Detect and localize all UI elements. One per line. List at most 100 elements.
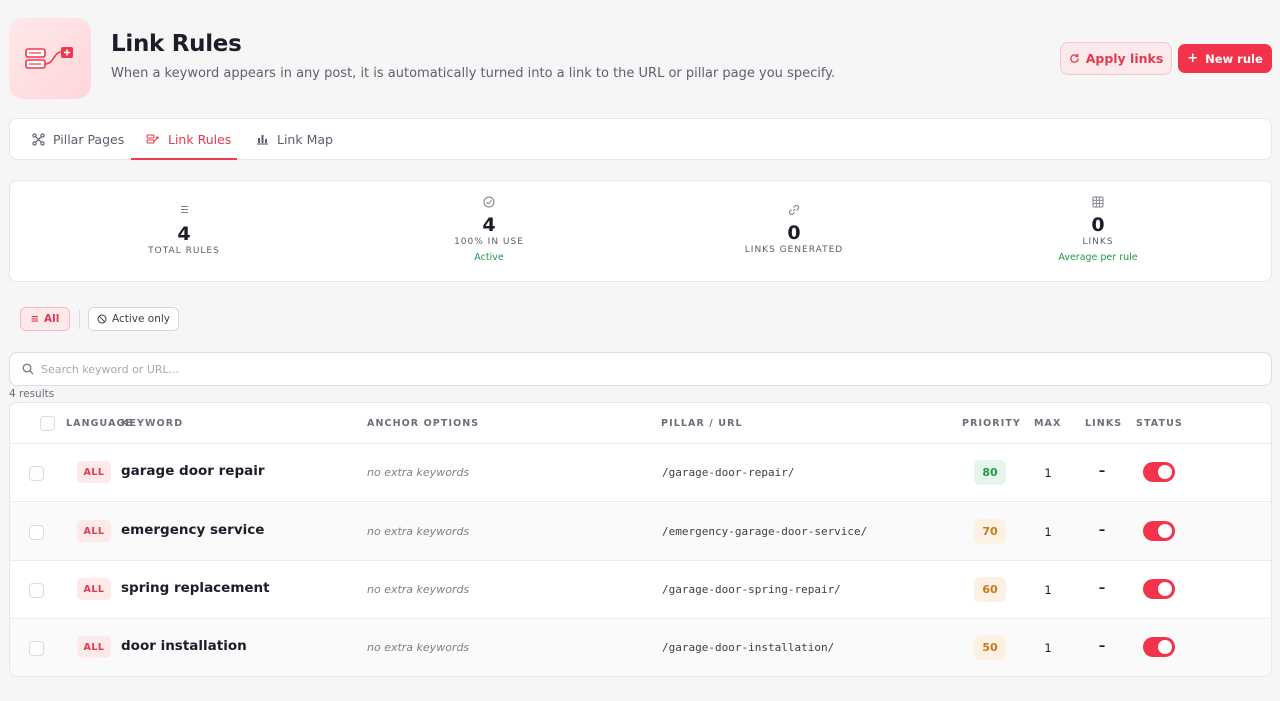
tab-label: Link Rules: [168, 131, 232, 147]
stat-links-generated: 0 LINKS GENERATED: [694, 204, 894, 255]
anchor-options: no extra keywords: [367, 583, 470, 596]
search-icon: [22, 363, 34, 375]
pillar-url: /emergency-garage-door-service/: [662, 525, 868, 538]
language-badge: ALL: [77, 520, 111, 542]
links-count: –: [1098, 581, 1106, 596]
stat-sub: Average per rule: [1058, 252, 1138, 263]
ban-icon: [97, 314, 107, 324]
language-badge: ALL: [77, 578, 111, 600]
priority-badge: 70: [974, 519, 1006, 544]
new-rule-label: New rule: [1205, 51, 1263, 66]
language-badge: ALL: [77, 636, 111, 658]
page-subtitle: When a keyword appears in any post, it i…: [111, 66, 836, 81]
status-toggle[interactable]: [1143, 521, 1175, 541]
priority-badge: 80: [974, 460, 1006, 485]
keyword: door installation: [121, 638, 247, 654]
link-icon: [694, 204, 894, 218]
column-links: LINKS: [1085, 418, 1123, 429]
status-toggle[interactable]: [1143, 637, 1175, 657]
column-keyword: KEYWORD: [121, 418, 184, 429]
pillar-url: /garage-door-spring-repair/: [662, 583, 841, 596]
tab-link-rules[interactable]: Link Rules: [131, 119, 237, 160]
apply-links-label: Apply links: [1085, 51, 1164, 66]
column-max: MAX: [1034, 418, 1062, 429]
row-checkbox[interactable]: [29, 525, 44, 540]
status-toggle[interactable]: [1143, 462, 1175, 482]
apply-links-button[interactable]: Apply links: [1060, 42, 1172, 75]
column-status: STATUS: [1136, 418, 1183, 429]
links-count: –: [1098, 523, 1106, 538]
tab-label: Pillar Pages: [53, 131, 125, 147]
max-links: 1: [1044, 641, 1052, 655]
table-row[interactable]: ALL spring replacement no extra keywords…: [10, 561, 1271, 619]
stat-total-rules: 4 TOTAL RULES: [84, 205, 284, 256]
list-icon: [84, 205, 284, 219]
filter-divider: [79, 310, 80, 329]
bar-chart-icon: [257, 135, 268, 145]
table-row[interactable]: ALL door installation no extra keywords …: [10, 619, 1271, 676]
check-circle-icon: [389, 196, 589, 210]
priority-badge: 50: [974, 635, 1006, 660]
pillar-url: /garage-door-repair/: [662, 466, 795, 479]
column-priority: PRIORITY: [962, 418, 1021, 429]
grid-icon: [998, 196, 1198, 210]
table-row[interactable]: ALL emergency service no extra keywords …: [10, 503, 1271, 561]
stat-value: 4: [177, 223, 191, 245]
tab-bar: Pillar Pages Link Rules Link Map: [9, 118, 1272, 160]
stat-label: LINKS GENERATED: [744, 245, 844, 255]
stat-label: TOTAL RULES: [148, 246, 220, 256]
anchor-options: no extra keywords: [367, 641, 470, 654]
nodes-icon: [32, 132, 45, 146]
results-count: 4 results: [9, 388, 55, 400]
status-toggle[interactable]: [1143, 579, 1175, 599]
stat-value: 0: [1091, 214, 1105, 236]
stats-panel: 4 TOTAL RULES 4 100% IN USE Active 0 LIN…: [9, 180, 1272, 282]
row-checkbox[interactable]: [29, 466, 44, 481]
pillar-url: /garage-door-installation/: [662, 641, 835, 654]
stat-label: 100% IN USE: [454, 237, 524, 247]
stat-links-average: 0 LINKS Average per rule: [998, 196, 1198, 263]
refresh-icon: [1069, 53, 1079, 63]
row-checkbox[interactable]: [29, 583, 44, 598]
anchor-options: no extra keywords: [367, 525, 470, 538]
search-box: [9, 352, 1272, 386]
stat-sub: Active: [474, 252, 504, 263]
filter-active-label: Active only: [111, 313, 171, 325]
new-rule-button[interactable]: + New rule: [1178, 44, 1272, 73]
link-rule-icon: [146, 134, 159, 144]
column-anchor-options: ANCHOR OPTIONS: [367, 418, 480, 429]
filter-all-label: All: [44, 313, 60, 325]
page-title: Link Rules: [111, 31, 242, 57]
page-icon: [9, 18, 91, 99]
links-count: –: [1098, 639, 1106, 654]
list-icon: ≡: [30, 313, 40, 325]
priority-badge: 60: [974, 577, 1006, 602]
stat-label: LINKS: [1082, 237, 1114, 247]
tab-link-map[interactable]: Link Map: [256, 119, 333, 159]
keyword: garage door repair: [121, 463, 265, 479]
table-row[interactable]: ALL garage door repair no extra keywords…: [10, 444, 1271, 502]
max-links: 1: [1044, 466, 1052, 480]
language-badge: ALL: [77, 461, 111, 483]
keyword: spring replacement: [121, 580, 270, 596]
stat-value: 0: [787, 222, 801, 244]
row-checkbox[interactable]: [29, 641, 44, 656]
stat-value: 4: [482, 214, 496, 236]
plus-icon: +: [1187, 51, 1199, 66]
rules-table: LANGUAGE KEYWORD ANCHOR OPTIONS PILLAR /…: [9, 402, 1272, 677]
max-links: 1: [1044, 525, 1052, 539]
tab-label: Link Map: [277, 131, 333, 147]
select-all-checkbox[interactable]: [40, 416, 55, 431]
filter-all-button[interactable]: ≡ All: [20, 307, 70, 331]
table-header: LANGUAGE KEYWORD ANCHOR OPTIONS PILLAR /…: [10, 403, 1271, 444]
link-rule-illustration-icon: [25, 46, 73, 69]
anchor-options: no extra keywords: [367, 466, 470, 479]
links-count: –: [1098, 464, 1106, 479]
tab-pillar-pages[interactable]: Pillar Pages: [32, 119, 124, 159]
keyword: emergency service: [121, 522, 265, 538]
search-input[interactable]: [41, 362, 641, 376]
stat-in-use: 4 100% IN USE Active: [389, 196, 589, 263]
max-links: 1: [1044, 583, 1052, 597]
filter-active-only-button[interactable]: Active only: [88, 307, 179, 331]
column-pillar-url: PILLAR / URL: [661, 418, 743, 429]
